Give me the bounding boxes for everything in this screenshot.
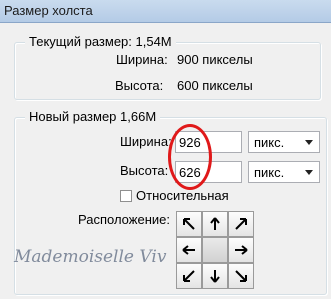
anchor-right[interactable] — [228, 237, 254, 263]
anchor-label: Расположение: — [78, 212, 170, 227]
current-width-label: Ширина: — [116, 52, 168, 67]
height-unit-value: пикс. — [254, 165, 285, 180]
new-width-label: Ширина: — [120, 134, 172, 149]
arrow-down-icon — [210, 270, 220, 283]
anchor-top-left[interactable] — [176, 211, 202, 237]
new-size-legend: Новый размер 1,66M — [25, 109, 161, 125]
title-bar: Размер холста — [0, 0, 331, 23]
arrow-right-icon — [235, 245, 248, 255]
watermark-signature: Mademoiselle Viv — [14, 247, 167, 267]
current-height-label: Высота: — [115, 78, 164, 93]
anchor-grid — [176, 211, 255, 290]
arrow-down-left-icon — [183, 270, 195, 282]
anchor-center[interactable] — [202, 237, 228, 263]
arrow-up-left-icon — [183, 218, 195, 230]
arrow-down-right-icon — [235, 270, 247, 282]
width-unit-value: пикс. — [254, 135, 285, 150]
current-width-value: 900 пикселы — [177, 52, 253, 67]
arrow-up-right-icon — [235, 218, 247, 230]
anchor-left[interactable] — [176, 237, 202, 263]
relative-label[interactable]: Относительная — [136, 188, 229, 204]
arrow-up-icon — [210, 217, 220, 230]
anchor-bottom-right[interactable] — [228, 263, 254, 289]
highlight-circle — [168, 124, 212, 190]
anchor-top[interactable] — [202, 211, 228, 237]
current-height-value: 600 пикселы — [177, 78, 253, 93]
chevron-down-icon — [305, 170, 313, 175]
current-size-legend: Текущий размер: 1,54M — [25, 34, 176, 50]
arrow-left-icon — [182, 245, 195, 255]
anchor-top-right[interactable] — [228, 211, 254, 237]
current-size-group: Текущий размер: 1,54M — [14, 34, 321, 100]
width-unit-select[interactable]: пикс. — [248, 131, 320, 153]
relative-checkbox[interactable] — [120, 190, 132, 202]
chevron-down-icon — [305, 140, 313, 145]
window-title: Размер холста — [4, 3, 93, 18]
new-height-label: Высота: — [120, 163, 169, 178]
anchor-bottom-left[interactable] — [176, 263, 202, 289]
anchor-bottom[interactable] — [202, 263, 228, 289]
height-unit-select[interactable]: пикс. — [248, 161, 320, 183]
